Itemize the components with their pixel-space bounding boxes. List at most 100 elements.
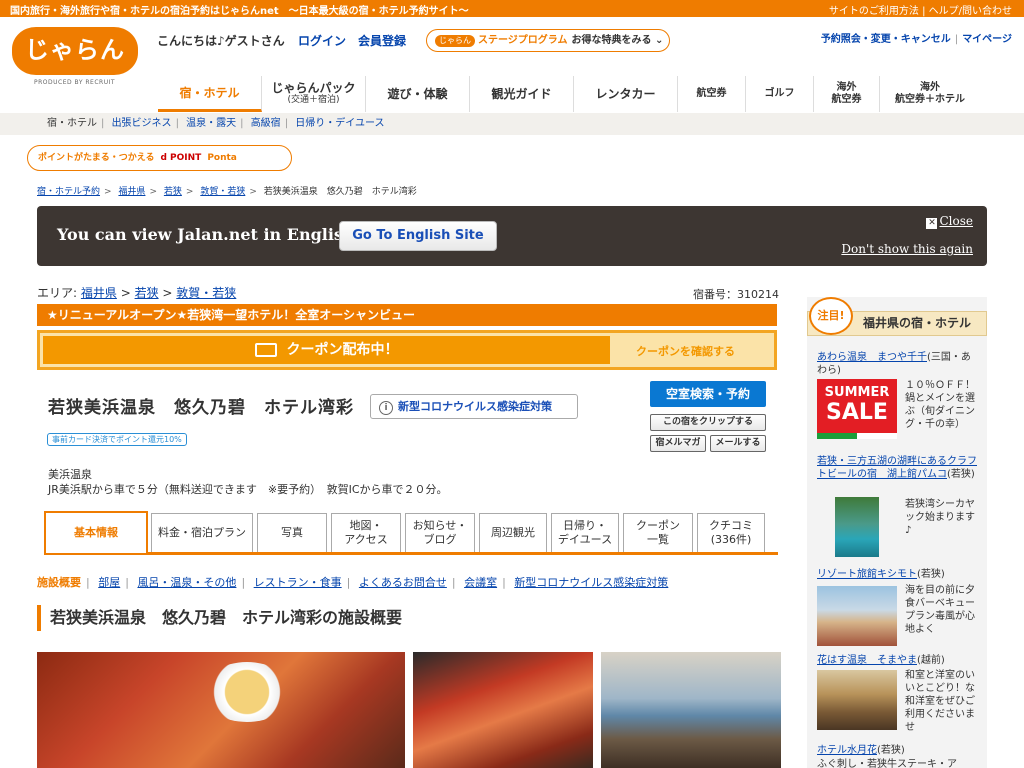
banner-close-button[interactable]: ✕ Close	[926, 214, 973, 229]
kayak-photo-thumb[interactable]	[835, 497, 879, 557]
breadcrumb-item[interactable]: 敦賀・若狭	[200, 187, 245, 197]
sidebar-hotel-link[interactable]: 花はす温泉 そまやま	[817, 655, 917, 666]
subnav-onsen[interactable]: 温泉・露天	[186, 118, 236, 129]
hotel-photo-dinner[interactable]	[413, 652, 593, 768]
gnav-rentacar[interactable]: レンタカー	[574, 76, 678, 112]
tab-sightseeing[interactable]: 周辺観光	[479, 513, 547, 552]
area-link[interactable]: 福井県	[81, 286, 117, 300]
onsen-name: 美浜温泉	[48, 468, 92, 481]
breadcrumb-item[interactable]: 宿・ホテル予約	[37, 187, 100, 197]
jalan-logo[interactable]: じゃらん	[12, 27, 138, 75]
anchor-rooms[interactable]: 部屋	[98, 576, 120, 589]
breadcrumb-item[interactable]: 若狭	[164, 187, 182, 197]
close-label: Close	[939, 214, 973, 228]
tab-label: お知らせ・	[412, 519, 468, 532]
tab-basic-info[interactable]: 基本情報	[44, 511, 148, 553]
sidebar-hotel-desc: 若狭湾シーカヤック始まります♪	[905, 499, 975, 536]
sale-word: SALE	[826, 400, 888, 425]
breadcrumb: 宿・ホテル予約 > 福井県 > 若狭 > 敦賀・若狭 > 若狭美浜温泉 悠久乃碧 ホテル…	[37, 187, 417, 197]
gnav-guide[interactable]: 観光ガイド	[470, 76, 574, 112]
gnav-overseas-air[interactable]: 海外 航空券	[814, 76, 880, 112]
gnav-label: 海外	[836, 82, 857, 93]
sidebar-hotel-link[interactable]: あわら温泉 まつや千千	[817, 352, 927, 363]
clip-hotel-button[interactable]: この宿をクリップする	[650, 414, 766, 431]
help-link[interactable]: ヘルプ/問い合わせ	[929, 6, 1012, 17]
subnav-luxury[interactable]: 高級宿	[251, 118, 281, 129]
tab-news[interactable]: お知らせ・ ブログ	[405, 513, 475, 552]
close-icon: ✕	[926, 218, 938, 229]
stage-badge: じゃらん	[435, 35, 475, 47]
tab-label: 地図・	[349, 519, 383, 532]
sidebar-hotel-area: (若狭)	[947, 469, 975, 480]
sidebar-hotel-item: リゾート旅館キシモト(若狭)	[817, 568, 977, 581]
point-banner[interactable]: ポイントがたまる・つかえる d POINT Ponta	[27, 145, 292, 171]
mypage-link[interactable]: マイページ	[962, 34, 1012, 45]
subnav-business[interactable]: 出張ビジネス	[112, 118, 172, 129]
gnav-air[interactable]: 航空券	[678, 76, 746, 112]
hotel-magazine-button[interactable]: 宿メルマガ	[650, 435, 706, 452]
sidebar-hotel-link[interactable]: リゾート旅館キシモト	[817, 569, 917, 580]
gnav-label: 観光ガイド	[491, 87, 552, 101]
gnav-label: レンタカー	[595, 87, 656, 101]
covid-measures-button[interactable]: i 新型コロナウイルス感染症対策	[370, 394, 578, 419]
gnav-sublabel: 航空券＋ホテル	[895, 94, 965, 105]
tab-plans[interactable]: 料金・宿泊プラン	[151, 513, 253, 552]
sidebar-featured-hotels: 福井県の宿・ホテル 注目! あわら温泉 まつや千千(三国・あわら) SUMMER…	[807, 297, 987, 768]
gnav-overseas-air-hotel[interactable]: 海外 航空券＋ホテル	[880, 76, 980, 112]
tab-label: デイユース	[557, 533, 613, 546]
sidebar-hotel-link[interactable]: ホテル水月花	[817, 745, 877, 756]
tab-coupons[interactable]: クーポン 一覧	[623, 513, 693, 552]
promo-banner: ★リニューアルオープン★若狭湾一望ホテル！全室オーシャンビュー	[37, 304, 777, 326]
subnav-dayuse[interactable]: 日帰り・デイユース	[295, 118, 384, 129]
global-nav: 宿・ホテル じゃらんパック (交通＋宿泊) 遊び・体験 観光ガイド レンタカー 航…	[158, 76, 1024, 112]
search-vacancy-button[interactable]: 空室検索・予約	[650, 381, 766, 407]
usage-guide-link[interactable]: サイトのご利用方法	[829, 6, 919, 17]
hotel-photo-crab-feast[interactable]	[37, 652, 405, 768]
tab-reviews[interactable]: クチコミ (336件)	[697, 513, 765, 552]
reservation-link[interactable]: 予約照会・変更・キャンセル	[821, 34, 951, 45]
dont-show-again-link[interactable]: Don't show this again	[841, 242, 973, 256]
coupon-banner[interactable]: クーポン配布中！ クーポンを確認する	[37, 330, 777, 370]
sale-banner: SUMMER SALE	[817, 379, 897, 439]
gnav-golf[interactable]: ゴルフ	[746, 76, 814, 112]
gnav-sublabel: 航空券	[831, 94, 862, 105]
summer-sale-thumb[interactable]: SUMMER SALE	[817, 379, 897, 439]
area-link[interactable]: 若狭	[135, 286, 159, 300]
coupon-main-label: クーポン配布中！	[286, 342, 399, 358]
tab-dayuse[interactable]: 日帰り・ デイユース	[551, 513, 619, 552]
subnav-hotel[interactable]: 宿・ホテル	[47, 118, 97, 129]
anchor-restaurant[interactable]: レストラン・食事	[254, 576, 342, 589]
gnav-hotel[interactable]: 宿・ホテル	[158, 76, 262, 112]
stage-perk-label: お得な特典をみる ⌄	[571, 35, 664, 46]
gnav-activities[interactable]: 遊び・体験	[366, 76, 470, 112]
tab-photos[interactable]: 写真	[257, 513, 327, 552]
send-mail-button[interactable]: メールする	[710, 435, 766, 452]
info-icon: i	[379, 401, 393, 415]
register-link[interactable]: 会員登録	[358, 32, 406, 49]
anchor-faq[interactable]: よくあるお問合せ	[359, 576, 447, 589]
room-photo-thumb[interactable]	[817, 670, 897, 730]
anchor-covid[interactable]: 新型コロナウイルス感染症対策	[514, 576, 668, 589]
stage-program-label: ステージプログラム	[478, 35, 568, 46]
anchor-overview[interactable]: 施設概要	[37, 576, 81, 589]
anchor-meeting-room[interactable]: 会議室	[464, 576, 497, 589]
bowl-shape	[202, 662, 292, 722]
anchor-bath[interactable]: 風呂・温泉・その他	[137, 576, 236, 589]
breadcrumb-item[interactable]: 福井県	[118, 187, 145, 197]
gnav-jalan-pack[interactable]: じゃらんパック (交通＋宿泊)	[262, 76, 366, 112]
tab-label: アクセス	[344, 533, 388, 546]
tab-label: 一覧	[647, 533, 669, 546]
stage-program-button[interactable]: じゃらん ステージプログラム お得な特典をみる ⌄	[426, 29, 670, 52]
covid-label: 新型コロナウイルス感染症対策	[398, 400, 552, 413]
hotel-photo-room-view[interactable]	[601, 652, 781, 768]
coupon-confirm-link[interactable]: クーポンを確認する	[636, 343, 735, 359]
area-link[interactable]: 敦賀・若狭	[176, 286, 236, 300]
gnav-label: ゴルフ	[764, 88, 795, 99]
tab-map[interactable]: 地図・ アクセス	[331, 513, 401, 552]
sidebar-hotel-area: (若狭)	[917, 569, 945, 580]
section-anchors: 施設概要 | 部屋 | 風呂・温泉・その他 | レストラン・食事 | よくあるお問合せ |…	[37, 576, 669, 589]
english-site-button[interactable]: Go To English Site	[339, 221, 497, 251]
bbq-photo-thumb[interactable]	[817, 586, 897, 646]
hotel-tabs: 基本情報 料金・宿泊プラン 写真 地図・ アクセス お知らせ・ ブログ 周辺観光 日…	[44, 511, 778, 555]
login-link[interactable]: ログイン	[298, 32, 346, 49]
